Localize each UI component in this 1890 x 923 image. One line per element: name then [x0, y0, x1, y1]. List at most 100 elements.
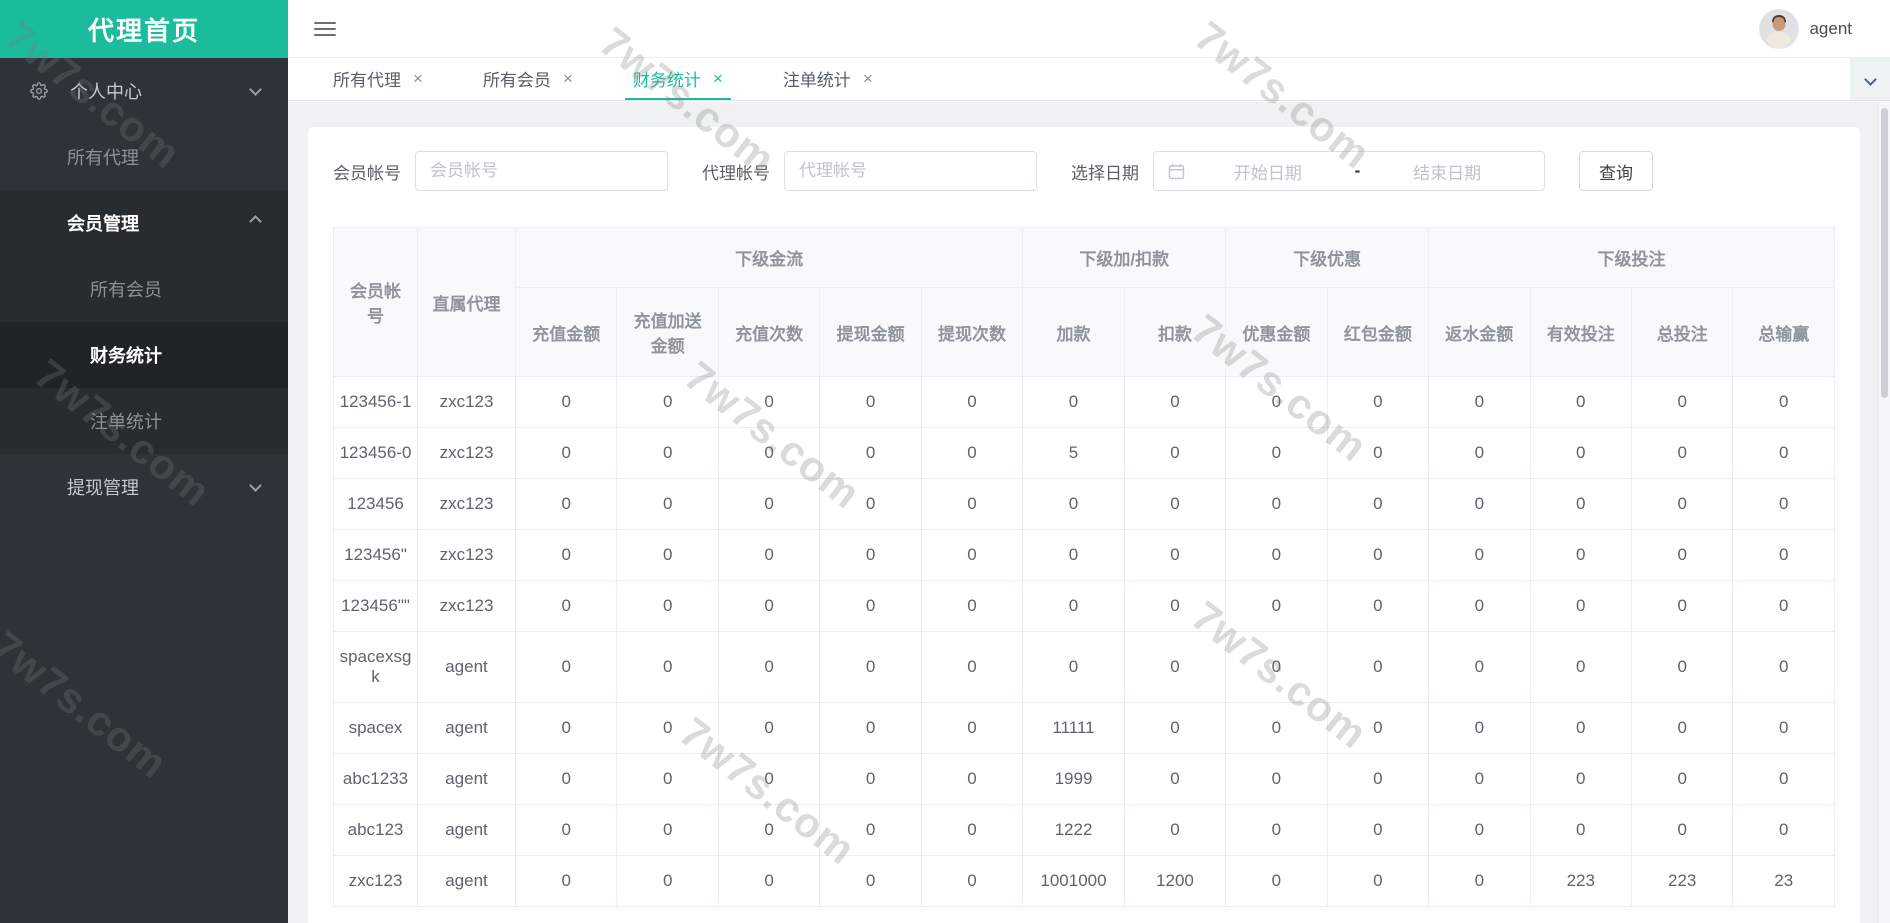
cell-value: 0 [1326, 631, 1430, 703]
colgroup-downline-adjustment: 下级加/扣款 [1022, 227, 1227, 288]
cell-value: 0 [1326, 376, 1430, 428]
scrollbar-thumb[interactable] [1881, 108, 1888, 398]
date-end-placeholder[interactable]: 结束日期 [1364, 159, 1530, 184]
cell-value: 0 [1326, 580, 1430, 632]
tab-close-icon[interactable]: × [863, 70, 873, 87]
cell-value: 0 [1428, 753, 1531, 805]
cell-value: 0 [1630, 631, 1734, 703]
app-window: 代理首页 个人中心 所有代理 会员管理 所有会员 财务统计 注单统计 提现管理 agent [0, 0, 1890, 923]
cell-value: 1001000 [1022, 855, 1125, 907]
cell-value: 0 [1225, 580, 1328, 632]
col-withdraw-amount: 提现金额 [819, 287, 922, 377]
cell-value: 11111 [1022, 702, 1125, 754]
sidebar-item-personal-center[interactable]: 个人中心 [0, 58, 288, 124]
col-member-account: 会员帐号 [333, 227, 418, 377]
cell-member: 123456-0 [333, 427, 418, 479]
sidebar-item-finance-stats[interactable]: 财务统计 [0, 322, 288, 388]
cell-value: 23 [1732, 855, 1835, 907]
tab-all-agents[interactable]: 所有代理 × [325, 58, 431, 100]
date-range-picker[interactable]: 开始日期 - 结束日期 [1153, 151, 1545, 191]
cell-member: 123456"" [333, 580, 418, 632]
cell-value: 0 [1225, 529, 1328, 581]
cell-value: 0 [514, 376, 618, 428]
date-start-placeholder[interactable]: 开始日期 [1185, 159, 1351, 184]
cell-member: 123456 [333, 478, 418, 530]
cell-value: 0 [920, 855, 1024, 907]
cell-value: 0 [1732, 376, 1835, 428]
user-menu[interactable]: agent [1759, 8, 1852, 49]
tab-bar: 所有代理 × 所有会员 × 财务统计 × 注单统计 × [288, 58, 1890, 101]
sidebar-item-bet-stats[interactable]: 注单统计 [0, 388, 288, 454]
cell-value: 0 [1529, 376, 1632, 428]
cell-value: 0 [1225, 804, 1328, 856]
sidebar-item-member-management[interactable]: 会员管理 [0, 190, 288, 256]
tab-close-icon[interactable]: × [563, 70, 573, 87]
cell-member: abc1233 [333, 753, 418, 805]
cell-value: 0 [920, 580, 1024, 632]
cell-value: 0 [1428, 631, 1531, 703]
cell-member: abc123 [333, 804, 418, 856]
cell-value: 0 [1225, 427, 1328, 479]
cell-value: 0 [1123, 376, 1227, 428]
agent-account-input[interactable] [784, 151, 1037, 191]
cell-value: 0 [819, 753, 922, 805]
cell-value: 0 [616, 631, 719, 703]
cell-value: 0 [616, 478, 719, 530]
cell-value: 0 [819, 427, 922, 479]
cell-value: 0 [819, 631, 922, 703]
cell-agent: zxc123 [417, 580, 516, 632]
cell-value: 0 [1428, 427, 1531, 479]
cell-value: 0 [1732, 580, 1835, 632]
sidebar-item-label: 财务统计 [90, 346, 162, 366]
table-row: zxc123 agent 0 0 0 0 0 1001000 1200 0 0 0 223 223 23 [333, 855, 1835, 907]
cell-value: 0 [819, 478, 922, 530]
cell-value: 0 [616, 427, 719, 479]
cell-agent: agent [417, 804, 516, 856]
cell-value: 0 [616, 855, 719, 907]
menu-toggle-icon[interactable] [314, 18, 336, 40]
col-recharge-bonus: 充值加送金额 [616, 287, 719, 377]
search-button[interactable]: 查询 [1579, 151, 1653, 191]
filter-bar: 会员帐号 代理帐号 选择日期 [333, 151, 1835, 191]
cell-value: 0 [717, 702, 821, 754]
cell-value: 0 [1326, 702, 1430, 754]
sidebar-item-all-agents[interactable]: 所有代理 [0, 124, 288, 190]
col-recharge-amount: 充值金额 [514, 287, 618, 377]
cell-member: spacexsgk [333, 631, 418, 703]
cell-agent: zxc123 [417, 478, 516, 530]
table-row: 123456" zxc123 0 0 0 0 0 0 0 0 0 0 0 0 0 [333, 529, 1835, 581]
tab-all-members[interactable]: 所有会员 × [475, 58, 581, 100]
user-avatar[interactable] [1759, 8, 1800, 49]
member-account-input[interactable] [415, 151, 668, 191]
cell-agent: zxc123 [417, 529, 516, 581]
tab-finance-stats[interactable]: 财务统计 × [624, 58, 731, 100]
sidebar-item-withdraw-management[interactable]: 提现管理 [0, 454, 288, 520]
cell-value: 0 [1732, 702, 1835, 754]
chevron-up-icon [249, 215, 262, 228]
cell-value: 0 [819, 804, 922, 856]
col-valid-bet: 有效投注 [1529, 287, 1632, 377]
sidebar-item-label: 所有代理 [67, 148, 139, 168]
sidebar-item-all-members[interactable]: 所有会员 [0, 256, 288, 322]
table-row: abc1233 agent 0 0 0 0 0 1999 0 0 0 0 0 0 0 [333, 753, 1835, 805]
sidebar-item-label: 注单统计 [90, 412, 162, 432]
tab-close-icon[interactable]: × [413, 70, 423, 87]
cell-value: 0 [1022, 580, 1125, 632]
cell-value: 0 [1225, 478, 1328, 530]
tab-list-dropdown-button[interactable] [1850, 58, 1890, 100]
tab-bet-stats[interactable]: 注单统计 × [775, 58, 881, 100]
cell-value: 0 [514, 529, 618, 581]
table-row: spacexsgk agent 0 0 0 0 0 0 0 0 0 0 0 0 0 [333, 631, 1835, 703]
cell-member: 123456-1 [333, 376, 418, 428]
cell-value: 0 [1732, 529, 1835, 581]
cell-value: 0 [1529, 580, 1632, 632]
cell-value: 0 [1630, 376, 1734, 428]
cell-value: 0 [1529, 529, 1632, 581]
scrollbar-track[interactable] [1878, 102, 1890, 923]
cell-value: 0 [1732, 427, 1835, 479]
cell-value: 0 [1732, 753, 1835, 805]
tab-close-icon[interactable]: × [713, 70, 723, 87]
cell-agent: zxc123 [417, 376, 516, 428]
table-row: 123456"" zxc123 0 0 0 0 0 0 0 0 0 0 0 0 0 [333, 580, 1835, 632]
col-recharge-count: 充值次数 [717, 287, 821, 377]
